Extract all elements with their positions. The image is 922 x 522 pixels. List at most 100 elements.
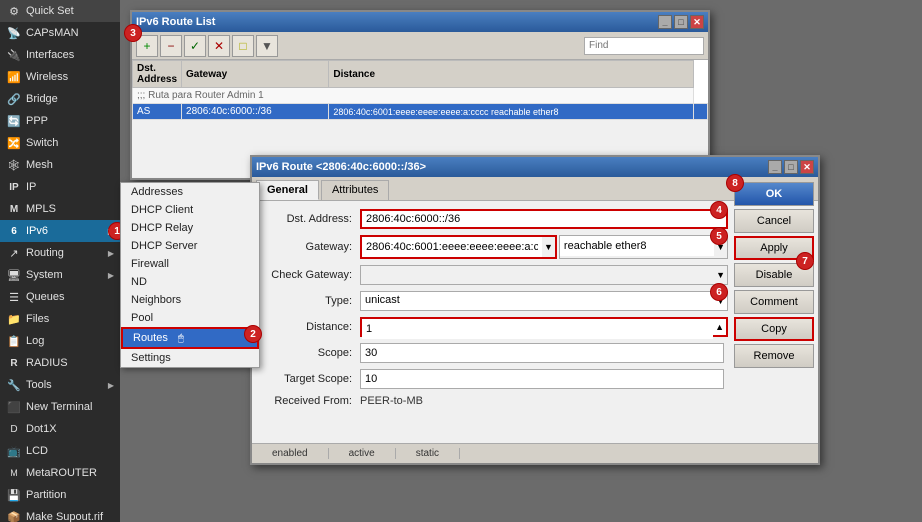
sidebar-item-radius[interactable]: R RADIUS — [0, 352, 120, 374]
gateway-row: 5 Gateway: ▼ ▼ 2806:40c:6001:eeee:eeee:e… — [260, 235, 728, 259]
badge-8: 8 — [726, 174, 744, 192]
sidebar-item-log[interactable]: 📋 Log — [0, 330, 120, 352]
sidebar-label: MetaROUTER — [26, 467, 97, 479]
tools-arrow: ▶ — [108, 381, 114, 390]
sidebar-item-wireless[interactable]: 📶 Wireless — [0, 66, 120, 88]
sidebar-item-bridge[interactable]: 🔗 Bridge — [0, 88, 120, 110]
queues-icon: ☰ — [6, 289, 22, 305]
gateway-dropdown-btn[interactable]: ▼ — [542, 237, 555, 257]
route-search[interactable] — [584, 37, 704, 55]
submenu-routes[interactable]: Routes 🖱 — [121, 327, 259, 349]
log-icon: 📋 — [6, 333, 22, 349]
edit-route-btn[interactable]: □ — [232, 35, 254, 57]
sidebar-label: Make Supout.rif — [26, 511, 103, 522]
sidebar-label: Log — [26, 335, 44, 347]
submenu-addresses[interactable]: Addresses — [121, 183, 259, 201]
sidebar-item-ip[interactable]: IP IP — [0, 176, 120, 198]
submenu-settings[interactable]: Settings — [121, 349, 259, 367]
submenu-dhcp-client[interactable]: DHCP Client — [121, 201, 259, 219]
sidebar-item-capsman[interactable]: 📡 CAPsMAN — [0, 22, 120, 44]
ok-button[interactable]: OK — [734, 182, 814, 206]
close-btn[interactable]: ✕ — [690, 15, 704, 29]
sidebar-item-partition[interactable]: 💾 Partition — [0, 484, 120, 506]
submenu-nd[interactable]: ND — [121, 273, 259, 291]
filter-btn[interactable]: ▼ — [256, 35, 278, 57]
sidebar-item-lcd[interactable]: 📺 LCD — [0, 440, 120, 462]
sidebar-item-mesh[interactable]: 🕸 Mesh — [0, 154, 120, 176]
lcd-icon: 📺 — [6, 443, 22, 459]
sidebar-item-quickset[interactable]: ⚙ Quick Set — [0, 0, 120, 22]
sidebar-item-ppp[interactable]: 🔄 PPP — [0, 110, 120, 132]
disable-route-btn[interactable]: ✕ — [208, 35, 230, 57]
status-active: active — [329, 448, 396, 459]
minimize-btn[interactable]: _ — [658, 15, 672, 29]
submenu-label: Routes — [133, 332, 168, 344]
submenu-firewall[interactable]: Firewall — [121, 255, 259, 273]
detail-close-btn[interactable]: ✕ — [800, 160, 814, 174]
tab-attributes[interactable]: Attributes — [321, 180, 389, 200]
scope-label: Scope: — [260, 347, 360, 359]
copy-button[interactable]: Copy — [734, 317, 814, 341]
submenu-pool[interactable]: Pool — [121, 309, 259, 327]
comment-button[interactable]: Comment — [734, 290, 814, 314]
route-detail-title: IPv6 Route <2806:40c:6000::/36> — [256, 161, 426, 173]
sidebar-item-system[interactable]: 🖥 System ▶ — [0, 264, 120, 286]
cell-as: AS — [133, 104, 182, 120]
submenu-label: Neighbors — [131, 294, 181, 306]
sidebar-label: System — [26, 269, 63, 281]
mpls-icon: M — [6, 201, 22, 217]
files-icon: 📁 — [6, 311, 22, 327]
submenu-neighbors[interactable]: Neighbors — [121, 291, 259, 309]
sidebar-item-dot1x[interactable]: D Dot1X — [0, 418, 120, 440]
tab-general[interactable]: General — [256, 180, 319, 200]
sidebar-item-supout[interactable]: 📦 Make Supout.rif — [0, 506, 120, 522]
cancel-button[interactable]: Cancel — [734, 209, 814, 233]
sidebar-label: MPLS — [26, 203, 56, 215]
badge-7: 7 — [796, 252, 814, 270]
target-scope-input[interactable] — [360, 369, 724, 389]
sidebar-item-new-terminal[interactable]: ⬛ New Terminal — [0, 396, 120, 418]
gateway-input-1[interactable] — [362, 237, 542, 257]
sidebar-item-ipv6[interactable]: 6 IPv6 ▶ 1 — [0, 220, 120, 242]
sidebar-label: Queues — [26, 291, 65, 303]
sidebar: ⚙ Quick Set 📡 CAPsMAN 🔌 Interfaces 📶 Wir… — [0, 0, 120, 522]
detail-minimize-btn[interactable]: _ — [768, 160, 782, 174]
submenu-dhcp-relay[interactable]: DHCP Relay — [121, 219, 259, 237]
sidebar-item-metarouter[interactable]: M MetaROUTER — [0, 462, 120, 484]
sidebar-item-interfaces[interactable]: 🔌 Interfaces — [0, 44, 120, 66]
scope-input[interactable] — [360, 343, 724, 363]
detail-maximize-btn[interactable]: □ — [784, 160, 798, 174]
sidebar-item-switch[interactable]: 🔀 Switch — [0, 132, 120, 154]
route-list-title: IPv6 Route List — [136, 16, 215, 28]
enable-route-btn[interactable]: ✓ — [184, 35, 206, 57]
sidebar-label: IPv6 — [26, 225, 48, 237]
submenu-dhcp-server[interactable]: DHCP Server — [121, 237, 259, 255]
distance-input[interactable] — [362, 319, 713, 339]
bridge-icon: 🔗 — [6, 91, 22, 107]
table-row[interactable]: AS 2806:40c:6000::/36 2806:40c:6001:eeee… — [133, 104, 708, 120]
maximize-btn[interactable]: □ — [674, 15, 688, 29]
sidebar-item-queues[interactable]: ☰ Queues — [0, 286, 120, 308]
routing-arrow: ▶ — [108, 249, 114, 258]
cell-distance — [693, 104, 707, 120]
sidebar-item-routing[interactable]: ↗ Routing ▶ — [0, 242, 120, 264]
remove-button[interactable]: Remove — [734, 344, 814, 368]
sidebar-item-mpls[interactable]: M MPLS — [0, 198, 120, 220]
sidebar-label: New Terminal — [26, 401, 92, 413]
received-from-row: Received From: PEER-to-MB — [260, 395, 728, 407]
sidebar-item-files[interactable]: 📁 Files — [0, 308, 120, 330]
distance-label: Distance: — [260, 321, 360, 333]
sidebar-item-tools[interactable]: 🔧 Tools ▶ — [0, 374, 120, 396]
check-gw-label: Check Gateway: — [260, 269, 360, 281]
badge-5: 5 — [710, 227, 728, 245]
check-gw-dropdown[interactable]: ▼ — [714, 266, 727, 284]
gateway-inputs: ▼ ▼ — [360, 235, 728, 259]
submenu-label: Pool — [131, 312, 153, 324]
remove-route-btn[interactable]: − — [160, 35, 182, 57]
distance-scroll-up[interactable]: ▲ — [713, 319, 726, 335]
capsman-icon: 📡 — [6, 25, 22, 41]
col-dst-address: Dst. Address — [133, 61, 182, 88]
detail-status-bar: enabled active static — [252, 443, 818, 463]
gateway-input-2[interactable] — [560, 236, 714, 256]
dst-address-input[interactable] — [360, 209, 728, 229]
